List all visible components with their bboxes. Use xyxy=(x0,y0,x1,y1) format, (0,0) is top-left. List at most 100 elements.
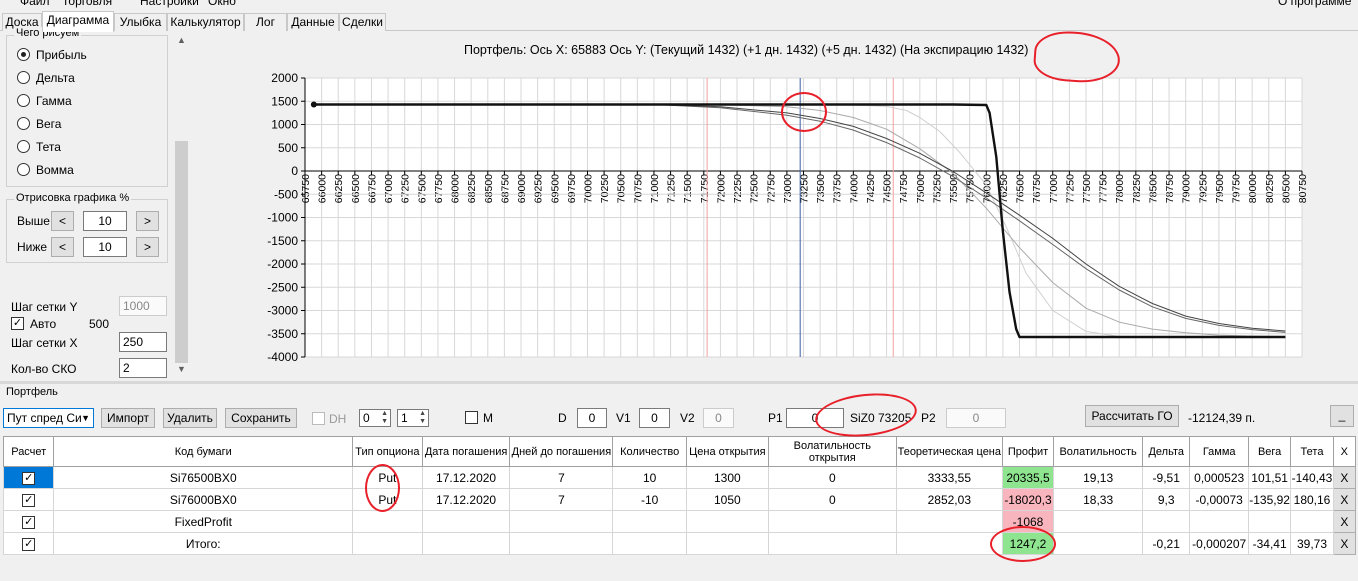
remove-row-button[interactable]: X xyxy=(1332,532,1357,555)
dh-checkbox[interactable] xyxy=(312,412,325,425)
col-calc[interactable]: Расчет xyxy=(2,436,55,467)
portfolio-select[interactable]: Пут спред Си ▼ xyxy=(3,408,94,428)
spin1-arrows-icon[interactable]: ▲ ▼ xyxy=(381,410,388,426)
splitter[interactable] xyxy=(0,381,1358,384)
col-days[interactable]: Дней до погашения xyxy=(509,436,614,467)
menu-about[interactable]: О программе xyxy=(1278,0,1351,8)
cell-days[interactable]: 7 xyxy=(509,488,614,511)
cell-calc[interactable]: ✓ xyxy=(2,510,55,533)
auto-checkbox[interactable]: ✓ xyxy=(11,317,24,330)
remove-row-button[interactable]: X xyxy=(1332,510,1357,533)
cell-days[interactable]: 7 xyxy=(509,466,614,489)
cell-theo[interactable]: 3333,55 xyxy=(895,466,1003,489)
cell-delta[interactable]: -0,21 xyxy=(1142,532,1191,555)
cell-qty[interactable] xyxy=(612,510,687,533)
col-date[interactable]: Дата погашения xyxy=(421,436,511,467)
cell-date[interactable] xyxy=(421,532,511,555)
tab-deals[interactable]: Сделки xyxy=(339,13,386,31)
cell-date[interactable]: 17.12.2020 xyxy=(421,488,511,511)
cell-vega[interactable]: 101,51 xyxy=(1247,466,1292,489)
cell-calc[interactable]: ✓ xyxy=(2,466,55,489)
v1-field[interactable]: 0 xyxy=(639,408,670,428)
cell-gamma[interactable]: -0,00073 xyxy=(1189,488,1249,511)
minimize-button[interactable]: _ xyxy=(1330,405,1354,427)
cell-theo[interactable]: 2852,03 xyxy=(895,488,1003,511)
cell-open-price[interactable] xyxy=(686,532,769,555)
payoff-chart[interactable]: 65750 66000 66250 66500 66750 67000 67250 67500… xyxy=(190,31,1358,380)
cell-delta[interactable] xyxy=(1142,510,1191,533)
cell-calc[interactable]: ✓ xyxy=(2,488,55,511)
col-gamma[interactable]: Гамма xyxy=(1189,436,1249,467)
spin2-arrows-icon[interactable]: ▲ ▼ xyxy=(419,410,426,426)
d-field[interactable]: 0 xyxy=(577,408,607,428)
cell-delta[interactable]: -9,51 xyxy=(1142,466,1191,489)
col-open-price[interactable]: Цена открытия xyxy=(686,436,769,467)
table-row[interactable]: ✓ FixedProfit -1068 X xyxy=(2,510,1357,533)
tab-calculator[interactable]: Калькулятор xyxy=(167,13,244,31)
radio-delta[interactable] xyxy=(17,71,30,84)
cell-theta[interactable]: -140,43 xyxy=(1290,466,1334,489)
cell-type[interactable] xyxy=(352,510,423,533)
scroll-thumb[interactable] xyxy=(175,141,188,363)
col-vega[interactable]: Вега xyxy=(1247,436,1292,467)
col-theo[interactable]: Теоретическая цена xyxy=(895,436,1003,467)
menu-trading[interactable]: Торговля xyxy=(62,0,112,8)
row-calc-checkbox[interactable]: ✓ xyxy=(22,472,36,485)
cell-open-vol[interactable]: 0 xyxy=(767,488,897,511)
cell-date[interactable] xyxy=(421,510,511,533)
cell-vol[interactable]: 18,33 xyxy=(1053,488,1144,511)
table-row[interactable]: ✓ Итого: 1247,2 -0,21 -0,000207 -34,41 39,73 X xyxy=(2,532,1357,555)
grid-x-field[interactable]: 250 xyxy=(119,332,167,352)
scroll-down-icon[interactable]: ▼ xyxy=(177,364,186,374)
import-button[interactable]: Импорт xyxy=(101,408,155,428)
row-calc-checkbox[interactable]: ✓ xyxy=(22,538,36,551)
grid-y-field[interactable]: 1000 xyxy=(119,296,167,316)
col-vol[interactable]: Волатильность xyxy=(1053,436,1144,467)
cell-profit[interactable]: 20335,5 xyxy=(1001,466,1055,489)
menu-file[interactable]: Файл xyxy=(20,0,50,8)
radio-profit[interactable] xyxy=(17,48,30,61)
radio-theta[interactable] xyxy=(17,140,30,153)
col-type[interactable]: Тип опциона xyxy=(352,436,423,467)
v2-field[interactable]: 0 xyxy=(703,408,734,428)
cell-code[interactable]: Si76000BX0 xyxy=(53,488,354,511)
cell-days[interactable] xyxy=(509,532,614,555)
radio-vomma[interactable] xyxy=(17,163,30,176)
cell-qty[interactable] xyxy=(612,532,687,555)
menu-window[interactable]: Окно xyxy=(208,0,236,8)
cell-code[interactable]: Итого: xyxy=(53,532,354,555)
spin1-field[interactable]: 0 ▲ ▼ xyxy=(359,409,391,427)
cell-vega[interactable] xyxy=(1247,510,1292,533)
col-delta[interactable]: Дельта xyxy=(1142,436,1191,467)
cell-vol[interactable]: 19,13 xyxy=(1053,466,1144,489)
table-row[interactable]: ✓ Si76500BX0 Put 17.12.2020 7 10 1300 0 3333,55 2… xyxy=(2,466,1357,489)
cell-theta[interactable]: 39,73 xyxy=(1290,532,1334,555)
col-open-vol[interactable]: Волатильность открытия xyxy=(767,436,897,467)
cell-delta[interactable]: 9,3 xyxy=(1142,488,1191,511)
cell-theo[interactable] xyxy=(895,532,1003,555)
cell-qty[interactable]: 10 xyxy=(612,466,687,489)
cell-theo[interactable] xyxy=(895,510,1003,533)
cell-open-vol[interactable] xyxy=(767,510,897,533)
cell-days[interactable] xyxy=(509,510,614,533)
cell-open-price[interactable]: 1050 xyxy=(686,488,769,511)
cell-date[interactable]: 17.12.2020 xyxy=(421,466,511,489)
sko-field[interactable]: 2 xyxy=(119,358,167,378)
above-increase-button[interactable]: > xyxy=(136,211,159,231)
above-decrease-button[interactable]: < xyxy=(51,211,74,231)
below-decrease-button[interactable]: < xyxy=(51,237,74,257)
col-code[interactable]: Код бумаги xyxy=(53,436,354,467)
p2-field[interactable]: 0 xyxy=(946,408,1006,428)
cell-profit[interactable]: -18020,3 xyxy=(1001,488,1055,511)
cell-vega[interactable]: -34,41 xyxy=(1247,532,1292,555)
cell-vol[interactable] xyxy=(1053,532,1144,555)
radio-vega[interactable] xyxy=(17,117,30,130)
below-value-field[interactable]: 10 xyxy=(83,237,127,257)
cell-gamma[interactable] xyxy=(1189,510,1249,533)
above-value-field[interactable]: 10 xyxy=(83,211,127,231)
col-qty[interactable]: Количество xyxy=(612,436,687,467)
calc-go-button[interactable]: Рассчитать ГО xyxy=(1085,405,1179,427)
cell-qty[interactable]: -10 xyxy=(612,488,687,511)
cell-code[interactable]: FixedProfit xyxy=(53,510,354,533)
col-profit[interactable]: Профит xyxy=(1001,436,1055,467)
